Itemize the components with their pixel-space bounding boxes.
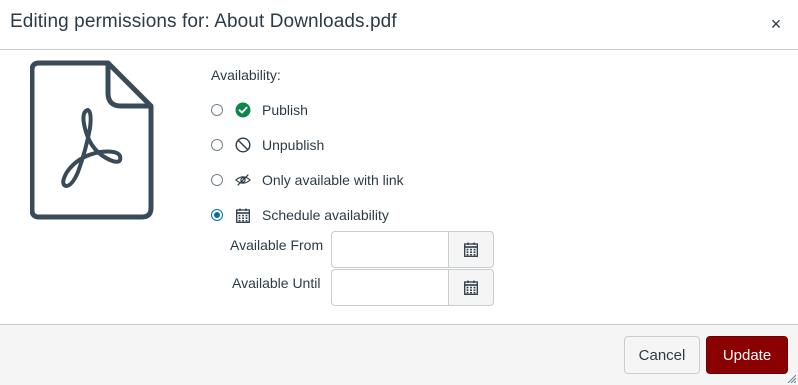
only-with-link-label: Only available with link: [262, 172, 404, 188]
available-from-input[interactable]: [331, 231, 449, 268]
cancel-button[interactable]: Cancel: [624, 336, 700, 374]
unpublish-label: Unpublish: [262, 137, 325, 153]
schedule-radio[interactable]: [211, 209, 223, 221]
resize-grip-icon[interactable]: [786, 373, 796, 383]
calendar-icon: [464, 280, 478, 295]
available-from-calendar-button[interactable]: [448, 231, 494, 268]
update-button[interactable]: Update: [706, 336, 788, 374]
option-only-with-link[interactable]: Only available with link: [211, 170, 404, 190]
eye-off-icon: [235, 172, 251, 188]
unpublished-icon: [235, 137, 251, 153]
available-until-calendar-button[interactable]: [448, 269, 494, 306]
dialog-title: Editing permissions for: About Downloads…: [10, 11, 397, 32]
dialog-header: Editing permissions for: About Downloads…: [0, 0, 798, 50]
calendar-icon: [235, 207, 251, 223]
availability-label: Availability:: [211, 67, 281, 83]
available-from-label: Available From: [230, 237, 324, 253]
publish-label: Publish: [262, 102, 308, 118]
option-unpublish[interactable]: Unpublish: [211, 135, 324, 155]
published-check-icon: [235, 102, 251, 118]
close-button[interactable]: ×: [768, 13, 784, 35]
edit-permissions-dialog: Editing permissions for: About Downloads…: [0, 0, 798, 385]
publish-radio[interactable]: [211, 104, 223, 116]
dialog-footer: Cancel Update: [0, 324, 798, 385]
option-publish[interactable]: Publish: [211, 100, 308, 120]
schedule-label: Schedule availability: [262, 207, 389, 223]
calendar-icon: [464, 242, 478, 257]
available-until-label: Available Until: [232, 275, 321, 291]
option-schedule[interactable]: Schedule availability: [211, 205, 389, 225]
available-until-input[interactable]: [331, 269, 449, 306]
only-with-link-radio[interactable]: [211, 174, 223, 186]
pdf-file-icon: [30, 60, 154, 220]
unpublish-radio[interactable]: [211, 139, 223, 151]
